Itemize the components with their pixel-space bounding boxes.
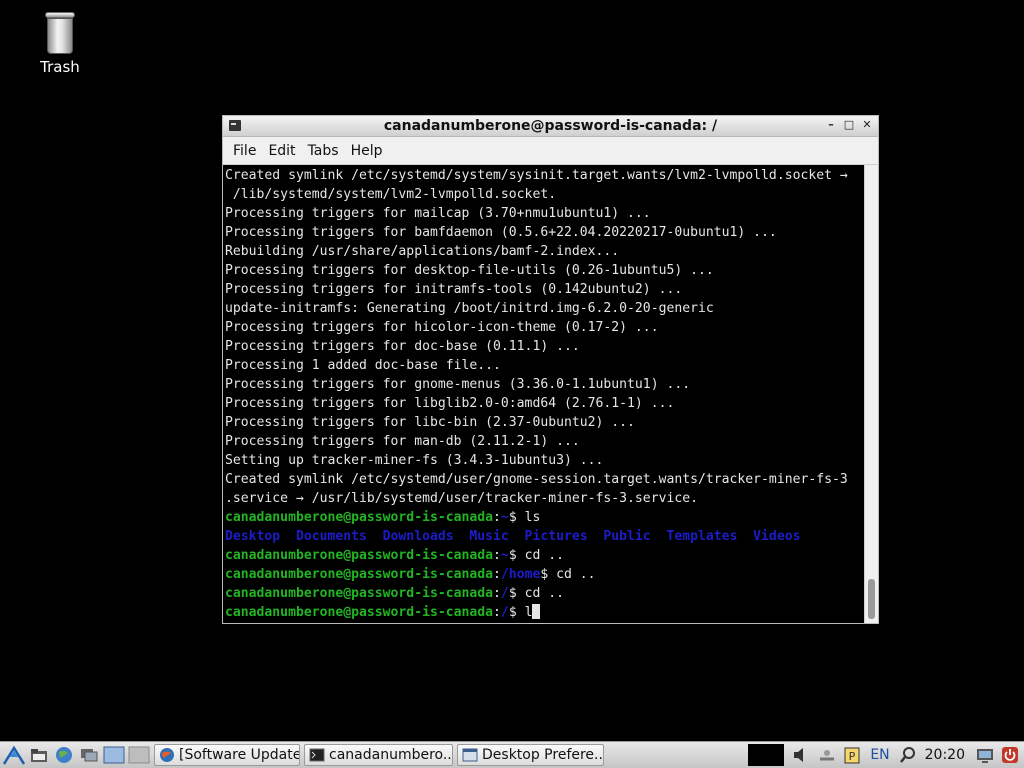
- show-desktop-icon[interactable]: [78, 744, 100, 766]
- output-line: Processing triggers for mailcap (3.70+nm…: [225, 206, 651, 221]
- output-line: .service → /usr/lib/systemd/user/tracker…: [225, 491, 698, 506]
- task-label: canadanumbero...: [329, 747, 453, 763]
- clipboard-icon[interactable]: P: [841, 744, 863, 766]
- command-text: ls: [524, 510, 541, 525]
- search-icon[interactable]: [897, 744, 919, 766]
- prompt-line: canadanumberone@password-is-canada:/$ cd…: [225, 586, 565, 601]
- command-input[interactable]: l: [525, 605, 533, 620]
- task-software-updater[interactable]: [Software Updater]: [154, 744, 300, 766]
- volume-icon[interactable]: [791, 744, 813, 766]
- prompt-user: canadanumberone@password-is-canada: [225, 548, 494, 563]
- task-terminal[interactable]: canadanumbero...: [304, 744, 453, 766]
- menu-file[interactable]: File: [229, 143, 264, 159]
- tray-blank-area: [748, 744, 785, 766]
- output-line: Processing triggers for initramfs-tools …: [225, 282, 683, 297]
- output-line: Created symlink /etc/systemd/user/gnome-…: [225, 472, 848, 487]
- output-line: Processing triggers for libc-bin (2.37-0…: [225, 415, 635, 430]
- output-line: Processing 1 added doc-base file...: [225, 358, 501, 373]
- prompt-line: canadanumberone@password-is-canada:~$ ls: [225, 510, 541, 525]
- window-title: canadanumberone@password-is-canada: /: [383, 118, 718, 134]
- task-label: [Software Updater]: [179, 747, 300, 763]
- prompt-path: ~: [500, 548, 509, 563]
- trash-icon: [45, 12, 75, 54]
- command-text: cd ..: [524, 586, 565, 601]
- prompt-path: /: [500, 605, 509, 620]
- output-line: Created symlink /etc/systemd/system/sysi…: [225, 168, 848, 183]
- terminal-scrollbar[interactable]: [864, 165, 878, 623]
- output-line: Processing triggers for hicolor-icon-the…: [225, 320, 659, 335]
- menu-tabs[interactable]: Tabs: [304, 143, 347, 159]
- prompt-user: canadanumberone@password-is-canada: [225, 586, 494, 601]
- trash-label: Trash: [40, 58, 80, 76]
- command-text: cd ..: [556, 567, 596, 582]
- output-line: Processing triggers for man-db (2.11.2-1…: [225, 434, 580, 449]
- command-text: cd ..: [524, 548, 565, 563]
- close-button[interactable]: ✕: [860, 117, 874, 133]
- start-menu-icon[interactable]: [3, 744, 25, 766]
- task-label: Desktop Prefere...: [482, 747, 604, 763]
- ls-output: Desktop Documents Downloads Music Pictur…: [225, 529, 801, 544]
- power-icon[interactable]: [999, 744, 1021, 766]
- prompt-user: canadanumberone@password-is-canada: [225, 510, 494, 525]
- trash-desktop-icon[interactable]: Trash: [30, 12, 90, 76]
- task-desktop-preferences[interactable]: Desktop Prefere...: [457, 744, 604, 766]
- output-line: Processing triggers for doc-base (0.11.1…: [225, 339, 580, 354]
- output-line: Setting up tracker-miner-fs (3.4.3-1ubun…: [225, 453, 604, 468]
- prompt-path: ~: [500, 510, 509, 525]
- output-line: Processing triggers for desktop-file-uti…: [225, 263, 714, 278]
- prompt-user: canadanumberone@password-is-canada: [225, 605, 494, 620]
- terminal-output[interactable]: Created symlink /etc/systemd/system/sysi…: [223, 165, 864, 623]
- file-manager-icon[interactable]: [28, 744, 50, 766]
- output-line: /lib/systemd/system/lvm2-lvmpolld.socket…: [225, 187, 557, 202]
- output-line: update-initramfs: Generating /boot/initr…: [225, 301, 714, 316]
- network-icon[interactable]: [816, 744, 838, 766]
- output-line: Rebuilding /usr/share/applications/bamf-…: [225, 244, 620, 259]
- minimize-button[interactable]: –: [824, 117, 838, 133]
- prompt-line: canadanumberone@password-is-canada:/home…: [225, 567, 596, 582]
- terminal-window: canadanumberone@password-is-canada: / – …: [222, 115, 879, 624]
- scrollbar-thumb[interactable]: [868, 579, 875, 619]
- prompt-line-current[interactable]: canadanumberone@password-is-canada:/$ l: [225, 603, 864, 622]
- svg-text:P: P: [849, 750, 856, 763]
- output-line: Processing triggers for gnome-menus (3.3…: [225, 377, 691, 392]
- menu-help[interactable]: Help: [347, 143, 391, 159]
- taskbar: [Software Updater] canadanumbero... Desk…: [0, 741, 1024, 768]
- menu-bar: File Edit Tabs Help: [223, 137, 878, 165]
- keyboard-layout-indicator[interactable]: EN: [866, 744, 893, 766]
- window-titlebar[interactable]: canadanumberone@password-is-canada: / – …: [223, 116, 878, 137]
- web-browser-icon[interactable]: [53, 744, 75, 766]
- system-tray: P EN 20:20: [748, 742, 1024, 768]
- globe-icon: [160, 748, 174, 762]
- prompt-line: canadanumberone@password-is-canada:~$ cd…: [225, 548, 565, 563]
- prompt-path: /home: [500, 567, 541, 582]
- clock[interactable]: 20:20: [919, 747, 971, 763]
- prompt-path: /: [500, 586, 509, 601]
- output-line: Processing triggers for bamfdaemon (0.5.…: [225, 225, 777, 240]
- screen-lock-icon[interactable]: [974, 744, 996, 766]
- workspace-switcher-icon[interactable]: [103, 744, 125, 766]
- workspace-2-icon[interactable]: [128, 744, 150, 766]
- window-icon: [462, 748, 478, 762]
- prompt-user: canadanumberone@password-is-canada: [225, 567, 494, 582]
- terminal-icon: [309, 748, 325, 762]
- text-cursor: [532, 604, 541, 619]
- output-line: Processing triggers for libglib2.0-0:amd…: [225, 396, 675, 411]
- maximize-button[interactable]: □: [842, 117, 856, 133]
- menu-edit[interactable]: Edit: [264, 143, 303, 159]
